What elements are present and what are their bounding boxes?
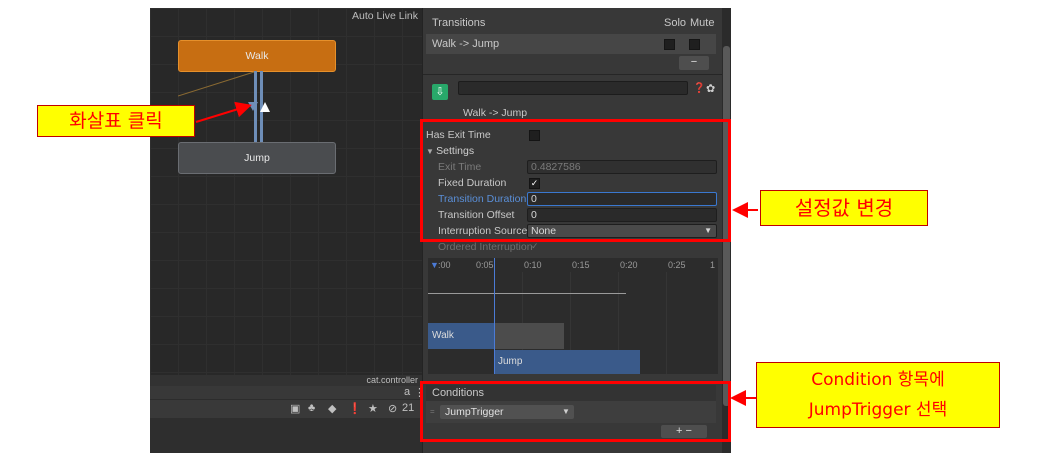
callout-condition-select: Condition 항목에 JumpTrigger 선택 — [756, 362, 1000, 428]
arrow-to-transition — [195, 101, 252, 123]
callout-arrow-click: 화살표 클릭 — [37, 105, 195, 137]
callout-condition-line1: Condition 항목에 — [811, 370, 945, 390]
callout-condition-line2: JumpTrigger 선택 — [808, 400, 948, 420]
callout-change-settings: 설정값 변경 — [760, 190, 928, 226]
